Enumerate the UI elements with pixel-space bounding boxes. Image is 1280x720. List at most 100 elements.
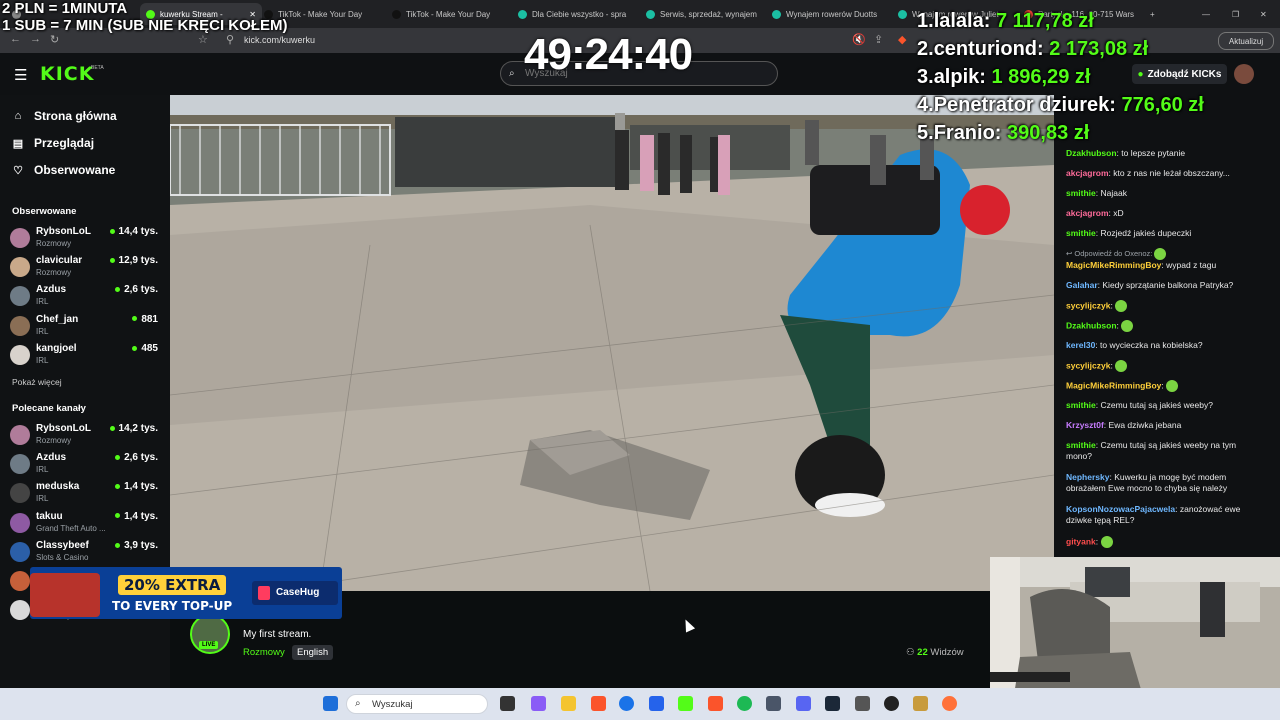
sidebar-channel-kangjoel[interactable]: kangjoel IRL 485 (10, 342, 162, 368)
chat-username[interactable]: Dzakhubson (1066, 148, 1117, 158)
task-view-icon[interactable] (500, 696, 515, 711)
nav-following[interactable]: ♡ Obserwowane (12, 163, 115, 177)
chat-username[interactable]: sycylijczyk (1066, 300, 1110, 310)
chrome-icon[interactable] (619, 696, 634, 711)
close-window-icon[interactable]: ✕ (1254, 3, 1276, 25)
stream-language-tag[interactable]: English (292, 645, 334, 660)
video-player[interactable] (170, 95, 1054, 591)
maximize-window-icon[interactable]: ❐ (1226, 3, 1248, 25)
address-url[interactable]: kick.com/kuwerku (244, 35, 315, 45)
chat-username[interactable]: Krzyszt0f (1066, 420, 1104, 430)
get-kicks-button[interactable]: ● Zdobądź KICKs (1132, 64, 1227, 84)
obs-icon[interactable] (884, 696, 899, 711)
chat-username[interactable]: Dzakhubson (1066, 320, 1117, 330)
steam-icon[interactable] (825, 696, 840, 711)
chat-username[interactable]: smithie (1066, 228, 1096, 238)
chat-username[interactable]: smithie (1066, 440, 1096, 450)
site-info-icon[interactable]: ⚲ (226, 33, 234, 46)
file-explorer-icon[interactable] (561, 696, 576, 711)
chat-message: sycylijczyk: (1066, 360, 1264, 372)
channel-avatar (10, 315, 30, 336)
back-icon[interactable]: ← (10, 33, 21, 45)
calculator-icon[interactable] (855, 696, 870, 711)
chat-username[interactable]: sycylijczyk (1066, 360, 1110, 370)
casehug-ad-banner[interactable]: 20% EXTRA TO EVERY TOP-UP CaseHug (30, 567, 342, 619)
taskbar-search[interactable]: ⌕ Wyszukaj (346, 694, 488, 714)
viewer-count: ⚇ 22 Widzów (906, 647, 964, 658)
kick-logo[interactable]: KICK (40, 63, 94, 85)
chat-username[interactable]: MagicMikeRimmingBoy (1066, 380, 1161, 390)
forward-icon[interactable]: → (30, 33, 41, 45)
sidebar-channel-clavicular[interactable]: clavicular Rozmowy 12,9 tys. (10, 254, 162, 280)
chat-username[interactable]: MagicMikeRimmingBoy (1066, 260, 1161, 270)
copilot-icon[interactable] (531, 696, 546, 711)
show-more-link[interactable]: Pokaż więcej (12, 377, 62, 387)
mute-tab-icon[interactable]: 🔇 (852, 33, 866, 46)
chat-text: to lepsze pytanie (1121, 148, 1186, 158)
browser-tab-3[interactable]: Dla Ciebie wszystko - spra (512, 3, 642, 25)
channel-name: Azdus (36, 284, 66, 296)
firefox-icon[interactable] (942, 696, 957, 711)
browser-tab-5[interactable]: Wynajem rowerów Duotts (766, 3, 896, 25)
heart-icon: ♡ (13, 164, 23, 177)
leaderboard-rank: 3. (917, 66, 934, 88)
chat-username[interactable]: smithie (1066, 400, 1096, 410)
chat-username[interactable]: kerel30 (1066, 340, 1095, 350)
channel-viewers: 485 (132, 343, 158, 354)
chat-message: MagicMikeRimmingBoy: wypad z tagu (1066, 260, 1217, 270)
channel-category: IRL (36, 297, 49, 307)
ad-subline: TO EVERY TOP-UP (112, 599, 233, 613)
sidebar-channel-rybsonlol[interactable]: RybsonLoL Rozmowy 14,4 tys. (10, 225, 162, 251)
channel-viewers: 12,9 tys. (109, 255, 158, 266)
share-icon[interactable]: ⇪ (874, 33, 883, 46)
stream-category-link[interactable]: Rozmowy (243, 647, 285, 658)
browser-tab-2[interactable]: TikTok - Make Your Day (386, 3, 516, 25)
chat-username[interactable]: akcjagrom (1066, 208, 1109, 218)
user-avatar[interactable] (1234, 64, 1254, 84)
chat-message: smithie: Najaak (1066, 188, 1127, 198)
chat-text: xD (1113, 208, 1124, 218)
browser-tab-4[interactable]: Serwis, sprzedaż, wynajem (640, 3, 770, 25)
channel-avatar (10, 344, 30, 365)
channel-viewers: 2,6 tys. (115, 452, 158, 463)
store-icon[interactable] (649, 696, 664, 711)
kick-app-icon[interactable] (678, 696, 693, 711)
sidebar-channel-classybeef[interactable]: Classybeef Slots & Casino 3,9 tys. (10, 539, 162, 565)
chat-username[interactable]: KopsonNozowacPajacwela (1066, 504, 1175, 514)
chat-username[interactable]: smithie (1066, 188, 1096, 198)
live-dot-icon (132, 345, 138, 351)
subathon-timer: 49:24:40 (524, 30, 693, 79)
update-browser-button[interactable]: Aktualizuj (1218, 32, 1274, 50)
minimize-window-icon[interactable]: — (1196, 3, 1218, 25)
chat-text: wypad z tagu (1166, 260, 1217, 270)
notepad-icon[interactable] (766, 696, 781, 711)
brave-active-icon[interactable] (708, 696, 723, 711)
leaderboard-amount: 7 117,78 zł (995, 10, 1094, 32)
sidebar-channel-azdus[interactable]: Azdus IRL 2,6 tys. (10, 451, 162, 477)
league-icon[interactable] (913, 696, 928, 711)
chat-username[interactable]: gityank (1066, 536, 1096, 546)
channel-category: Rozmowy (36, 268, 72, 278)
sidebar-channel-takuu[interactable]: takuu Grand Theft Auto ... 1,4 tys. (10, 510, 162, 536)
nav-home[interactable]: ⌂ Strona główna (12, 109, 117, 123)
sidebar-channel-azdus[interactable]: Azdus IRL 2,6 tys. (10, 283, 162, 309)
new-tab-button[interactable]: + (1144, 3, 1170, 25)
brave-shield-icon[interactable]: ◆ (898, 33, 906, 46)
chat-username[interactable]: akcjagrom (1066, 168, 1109, 178)
chat-username[interactable]: Nephersky (1066, 472, 1109, 482)
menu-icon[interactable]: ☰ (14, 66, 27, 84)
spotify-icon[interactable] (737, 696, 752, 711)
sidebar-channel-rybsonlol[interactable]: RybsonLoL Rozmowy 14,2 tys. (10, 422, 162, 448)
sidebar-channel-meduska[interactable]: meduska IRL 1,4 tys. (10, 480, 162, 506)
nav-browse[interactable]: ▤ Przeglądaj (12, 136, 94, 150)
bookmark-icon[interactable]: ☆ (198, 33, 208, 46)
windows-start-icon[interactable] (323, 696, 338, 711)
sidebar-channel-chef_jan[interactable]: Chef_jan IRL 881 (10, 313, 162, 339)
discord-icon[interactable] (796, 696, 811, 711)
reload-icon[interactable]: ↻ (50, 33, 59, 46)
chat-username[interactable]: Galahar (1066, 280, 1098, 290)
channel-category: IRL (36, 465, 49, 475)
leaderboard-name: Penetrator dziurek: (933, 94, 1116, 116)
brave-icon[interactable] (591, 696, 606, 711)
chat-message: Dzakhubson: to lepsze pytanie (1066, 148, 1186, 158)
